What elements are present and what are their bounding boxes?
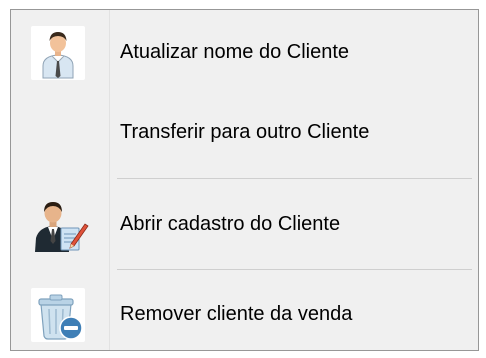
remove-icon: [27, 284, 89, 346]
menu-separator: [117, 178, 472, 179]
menu-item-label: Remover cliente da venda: [120, 302, 353, 325]
menu-item-label: Atualizar nome do Cliente: [120, 40, 350, 63]
menu-item-remover-cliente[interactable]: Remover cliente da venda: [13, 276, 476, 352]
menu-item-atualizar-nome[interactable]: Atualizar nome do Cliente: [13, 14, 476, 90]
menu-item-label: Abrir cadastro do Cliente: [120, 212, 341, 235]
menu-item-transferir[interactable]: Transferir para outro Cliente: [13, 94, 476, 170]
menu-separator: [117, 269, 472, 270]
context-menu: Atualizar nome do Cliente Transferir par…: [10, 9, 479, 351]
person-icon: [27, 22, 89, 84]
menu-item-label: Transferir para outro Cliente: [120, 120, 370, 143]
person-edit-icon: [27, 194, 89, 256]
menu-item-abrir-cadastro[interactable]: Abrir cadastro do Cliente: [13, 186, 476, 262]
